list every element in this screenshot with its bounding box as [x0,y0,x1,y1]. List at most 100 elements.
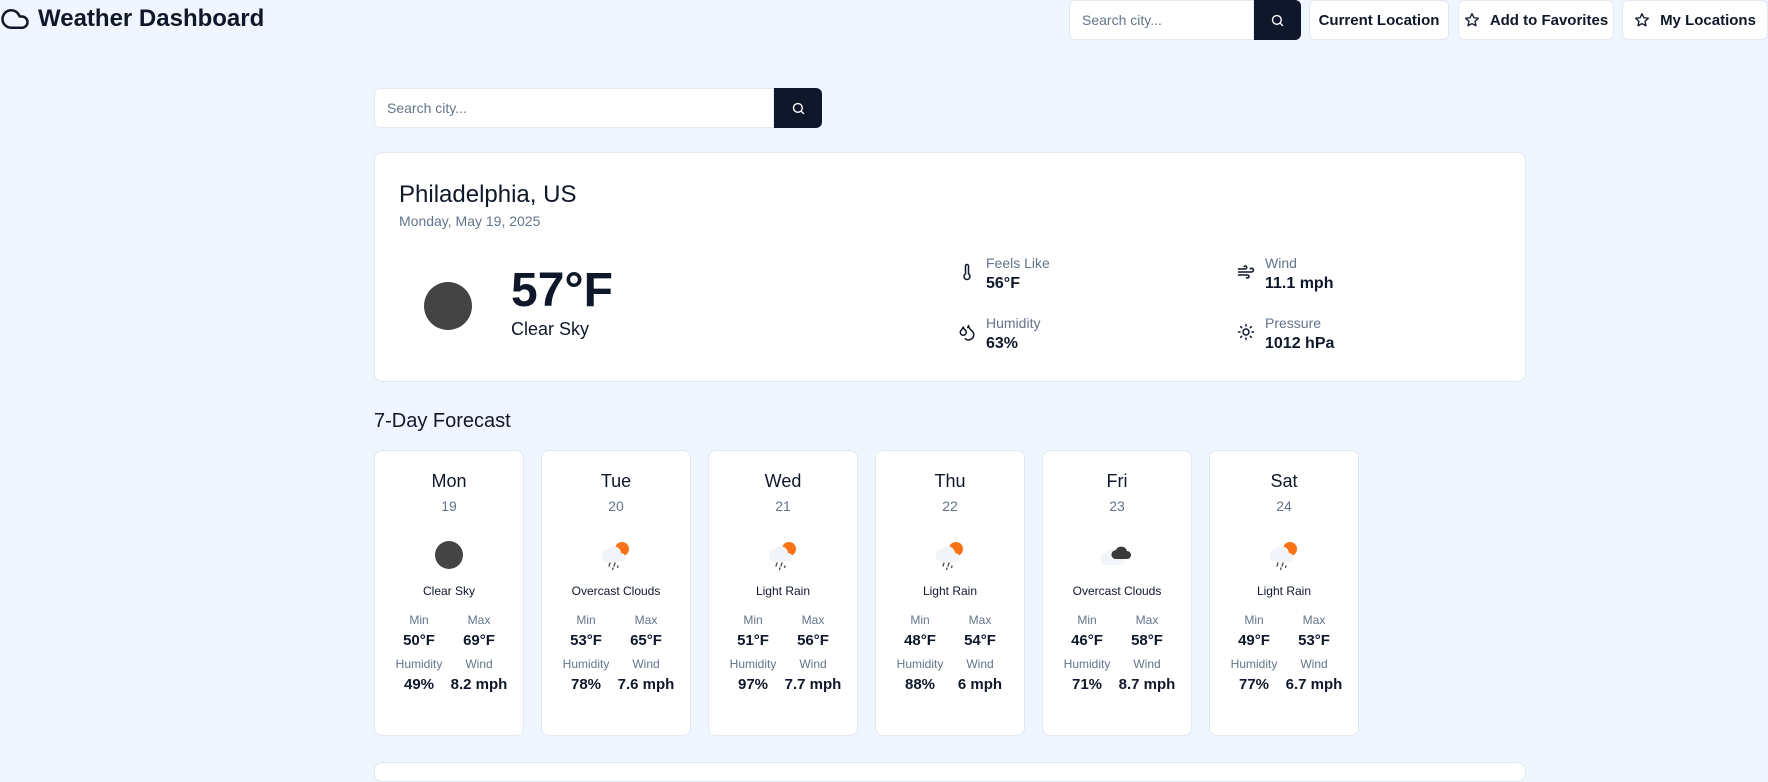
wind-value: 8.7 mph [1118,676,1176,694]
wind-icon [1237,265,1255,279]
forecast-day-name: Thu [934,471,966,491]
forecast-condition: Light Rain [755,584,811,598]
max-label: Max [801,613,825,627]
forecast-wind: Wind 7.6 mph [616,657,676,696]
forecast-day-date: 22 [942,498,958,514]
humidity-label: Humidity [986,315,1041,331]
current-condition: Clear Sky [511,319,590,339]
forecast-wind: Wind 8.7 mph [1117,657,1177,696]
wind-label: Wind [966,657,994,671]
current-temperature: 57°F [511,264,613,317]
forecast-wind: Wind 8.2 mph [449,657,509,696]
forecast-humidity: Humidity 77% [1224,657,1284,696]
forecast-condition: Overcast Clouds [571,584,661,598]
clouds-icon [1097,535,1137,575]
current-weather-card: Philadelphia, US Monday, May 19, 2025 57… [374,152,1526,382]
star-icon [1635,13,1650,27]
pressure-value: 1012 hPa [1265,334,1335,352]
forecast-day-date: 20 [608,498,624,514]
wind-value: 6.7 mph [1285,676,1343,694]
max-label: Max [968,613,992,627]
pressure-metric: Pressure 1012 hPa [1237,315,1334,353]
forecast-title: 7-Day Forecast [374,410,511,432]
forecast-min: Min 48°F [890,613,950,652]
humidity-label: Humidity [1230,657,1278,671]
current-date: Monday, May 19, 2025 [399,213,541,229]
wind-value: 7.7 mph [784,676,842,694]
max-label: Max [467,613,491,627]
max-label: Max [1135,613,1159,627]
main-search [374,88,822,128]
min-label: Min [910,613,930,627]
pressure-label: Pressure [1265,315,1322,331]
forecast-min: Min 53°F [556,613,616,652]
max-value: 54°F [964,632,996,650]
min-label: Min [1077,613,1097,627]
header-search-input[interactable] [1069,0,1254,40]
humidity-value: 71% [1071,676,1103,694]
forecast-wind: Wind 7.7 mph [783,657,843,696]
humidity-value: 97% [737,676,769,694]
min-value: 51°F [737,632,769,650]
sun-icon [1237,323,1255,341]
wind-label: Wind [799,657,827,671]
bottom-card [374,762,1526,782]
forecast-condition: Clear Sky [422,584,475,598]
current-location-button[interactable]: Current Location [1309,0,1449,40]
forecast-min: Min 46°F [1057,613,1117,652]
my-locations-label: My Locations [1660,11,1756,29]
wind-value: 7.6 mph [617,676,675,694]
forecast-max: Max 53°F [1284,613,1344,652]
search-icon [1271,14,1284,26]
rain-icon [1264,535,1304,575]
main-search-button[interactable] [774,88,822,128]
my-locations-button[interactable]: My Locations [1622,0,1768,40]
forecast-day-name: Tue [600,471,632,491]
forecast-condition: Light Rain [922,584,978,598]
forecast-day-name: Fri [1106,471,1128,491]
forecast-day-card-tue: Tue 20 Overcast Clouds Min 53°F Max 65°F… [541,450,691,736]
clear-icon [429,535,469,575]
max-value: 69°F [463,632,495,650]
add-to-favorites-label: Add to Favorites [1489,11,1609,29]
add-to-favorites-button[interactable]: Add to Favorites [1458,0,1614,40]
star-icon [1464,13,1479,27]
wind-metric: Wind 11.1 mph [1237,255,1333,293]
brand: Weather Dashboard [0,4,264,34]
max-value: 58°F [1131,632,1163,650]
forecast-condition: Light Rain [1256,584,1312,598]
wind-label: Wind [1265,255,1297,271]
wind-label: Wind [1300,657,1328,671]
clear-sky-icon [424,282,472,330]
min-label: Min [576,613,596,627]
header-search-button[interactable] [1254,0,1301,40]
max-value: 65°F [630,632,662,650]
humidity-metric: Humidity 63% [958,315,1040,353]
forecast-min: Min 49°F [1224,613,1284,652]
min-value: 50°F [403,632,435,650]
max-value: 56°F [797,632,829,650]
humidity-value: 77% [1238,676,1270,694]
min-label: Min [743,613,763,627]
forecast-day-card-wed: Wed 21 Light Rain Min 51°F Max 56°F Humi… [708,450,858,736]
forecast-min: Min 50°F [389,613,449,652]
forecast-humidity: Humidity 88% [890,657,950,696]
wind-value: 8.2 mph [450,676,508,694]
forecast-day-date: 23 [1109,498,1125,514]
humidity-value: 78% [570,676,602,694]
min-value: 46°F [1071,632,1103,650]
header: Weather Dashboard Current Location Add t… [0,0,1768,42]
rain-icon [596,535,636,575]
forecast-max: Max 54°F [950,613,1010,652]
forecast-day-card-fri: Fri 23 Overcast Clouds Min 46°F Max 58°F… [1042,450,1192,736]
forecast-day-card-sat: Sat 24 Light Rain Min 49°F Max 53°F Humi… [1209,450,1359,736]
forecast-max: Max 58°F [1117,613,1177,652]
forecast-humidity: Humidity 49% [389,657,449,696]
rain-icon [930,535,970,575]
forecast-humidity: Humidity 71% [1057,657,1117,696]
main-search-input[interactable] [374,88,774,128]
forecast-day-name: Sat [1270,471,1298,491]
forecast-day-date: 21 [775,498,791,514]
min-label: Min [409,613,429,627]
wind-label: Wind [632,657,660,671]
